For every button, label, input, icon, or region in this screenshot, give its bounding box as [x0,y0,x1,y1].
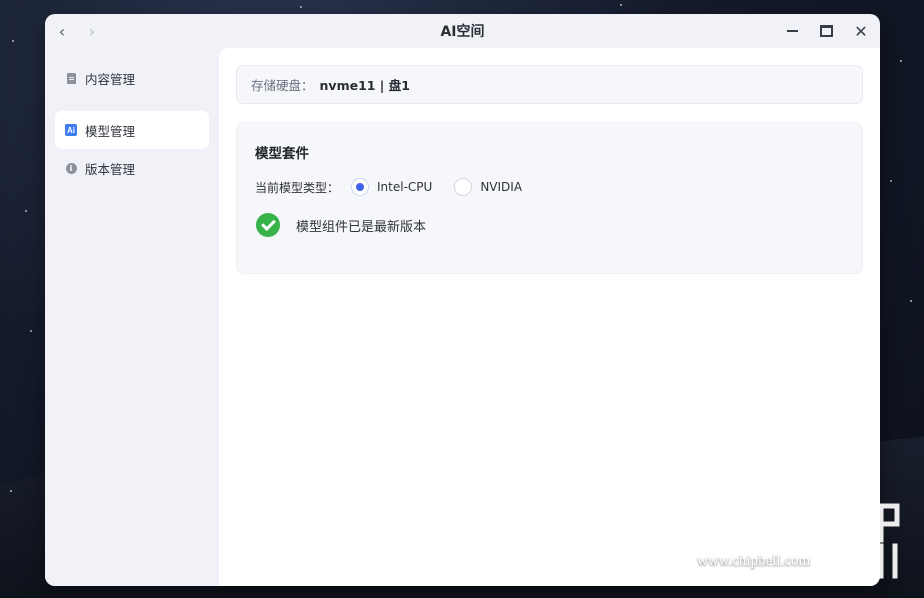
sidebar-item-version[interactable]: i 版本管理 [55,149,209,187]
close-button[interactable]: ✕ [851,21,871,41]
close-icon: ✕ [854,21,868,41]
main-panel: 存储硬盘： nvme11 | 盘1 模型套件 当前模型类型： Intel-CPU… [219,48,880,586]
update-status: 模型组件已是最新版本 [256,213,426,237]
ai-icon: Ai [65,124,77,136]
model-suite-card: 模型套件 当前模型类型： Intel-CPU NVIDIA 模型组件已是最新版本 [236,122,863,274]
sidebar-item-label: 版本管理 [85,161,136,177]
radio-circle[interactable] [454,178,473,196]
app-window: ‹ › AI空间 ✕ 内容管理 Ai 模型管理 i 版本管理 存储硬盘： nvm… [45,14,880,586]
radio-circle[interactable] [351,178,370,196]
storage-selector[interactable]: 存储硬盘： nvme11 | 盘1 [236,65,863,104]
sidebar: 内容管理 Ai 模型管理 i 版本管理 [45,48,219,586]
radio-label: NVIDIA [480,180,523,194]
back-button[interactable]: ‹ [53,21,71,41]
sidebar-item-content[interactable]: 内容管理 [55,59,209,97]
model-type-row: 当前模型类型： Intel-CPU NVIDIA [255,178,532,196]
model-type-label: 当前模型类型： [255,180,340,195]
minimize-icon [786,30,798,32]
sidebar-item-label: 模型管理 [85,123,136,139]
model-suite-title: 模型套件 [255,146,309,162]
storage-value: nvme11 | 盘1 [319,78,410,93]
chiphell-logo [825,485,900,579]
sidebar-item-model[interactable]: Ai 模型管理 [55,111,209,149]
minimize-button[interactable] [782,21,802,41]
title-bar: ‹ › AI空间 ✕ [45,14,880,48]
radio-intel-cpu[interactable]: Intel-CPU [351,178,432,196]
storage-label: 存储硬盘： [251,78,314,93]
sidebar-item-label: 内容管理 [85,71,136,87]
chevron-right-icon: › [88,21,96,41]
radio-selected-dot [356,183,365,191]
radio-nvidia[interactable]: NVIDIA [454,178,522,196]
check-circle-icon [256,213,280,237]
document-icon [65,72,77,84]
window-title: AI空间 [440,24,485,40]
watermark-text: www.chiphell.com [697,553,811,569]
forward-button[interactable]: › [83,21,101,41]
radio-label: Intel-CPU [377,180,433,194]
status-text: 模型组件已是最新版本 [296,219,427,235]
maximize-button[interactable] [816,21,836,41]
chevron-left-icon: ‹ [58,21,66,41]
info-icon: i [65,162,77,174]
maximize-icon [819,25,833,37]
